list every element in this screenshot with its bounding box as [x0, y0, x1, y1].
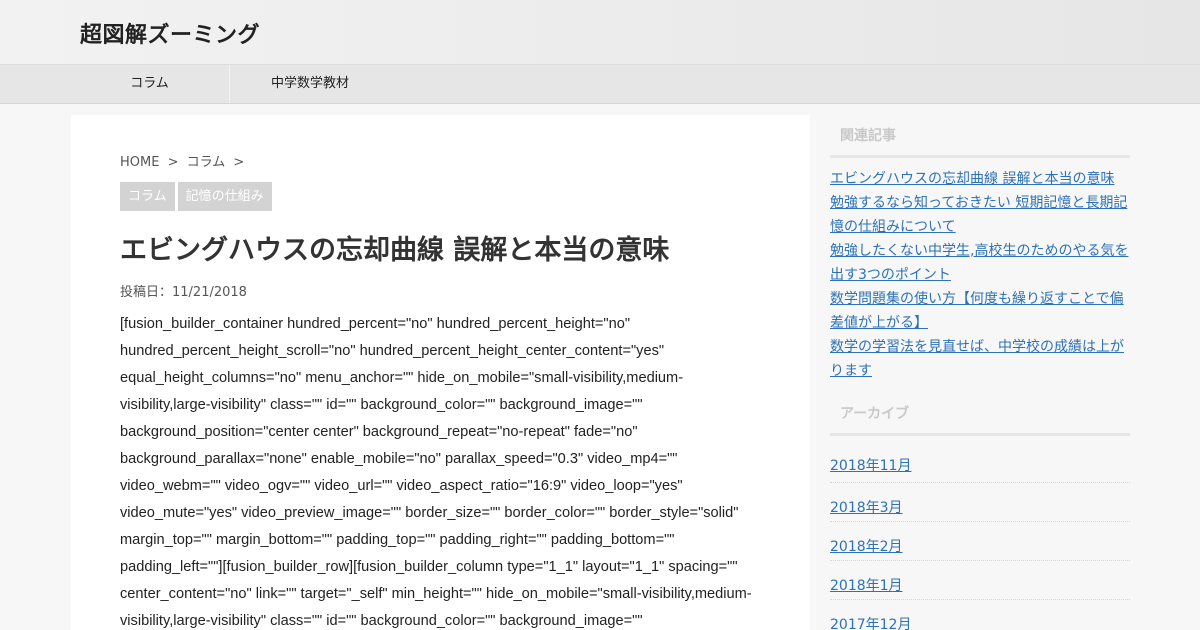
related-posts-widget: 関連記事 エビングハウスの忘却曲線 誤解と本当の意味 勉強するなら知っておきたい…	[830, 115, 1130, 383]
related-posts-title: 関連記事	[830, 115, 1130, 158]
related-post-line: 差値が上がる】	[830, 315, 928, 331]
tag-column[interactable]: コラム	[120, 182, 175, 211]
related-post-link[interactable]: 勉強するなら知っておきたい 短期記憶と長期記 憶の仕組みについて	[830, 191, 1130, 239]
archive-link[interactable]: 2017年12月	[830, 617, 911, 630]
archive-item: 2017年12月	[830, 600, 1130, 630]
related-post-line: ります	[830, 363, 872, 379]
related-post-link[interactable]: 数学問題集の使い方【何度も繰り返すことで偏 差値が上がる】	[830, 287, 1130, 335]
related-post-line: 数学問題集の使い方【何度も繰り返すことで偏	[830, 291, 1124, 307]
body-line: background_position="center center" back…	[120, 424, 638, 440]
archive-link[interactable]: 2018年11月	[830, 458, 911, 474]
related-post-line: 憶の仕組みについて	[830, 219, 956, 235]
archive-link[interactable]: 2018年3月	[830, 500, 903, 516]
nav-item-math-materials[interactable]: 中学数学教材	[231, 65, 389, 103]
body-line: margin_top="" margin_bottom="" padding_t…	[120, 532, 675, 548]
related-post-line: 勉強するなら知っておきたい 短期記憶と長期記	[830, 195, 1128, 211]
archive-item: 2018年3月	[830, 483, 1130, 522]
body-line: center_content="no" link="" target="_sel…	[120, 586, 752, 602]
nav-item-column[interactable]: コラム	[70, 65, 230, 103]
related-post-link[interactable]: 勉強したくない中学生,高校生のためのやる気を 出す3つのポイント	[830, 239, 1130, 287]
breadcrumb: HOME > コラム >	[120, 151, 248, 170]
related-post-link[interactable]: エビングハウスの忘却曲線 誤解と本当の意味	[830, 167, 1130, 191]
body-line: background_parallax="none" enable_mobile…	[120, 451, 678, 467]
archive-link[interactable]: 2018年1月	[830, 578, 903, 594]
breadcrumb-category[interactable]: コラム	[187, 155, 226, 170]
post-title: エビングハウスの忘却曲線 誤解と本当の意味	[120, 235, 670, 266]
archive-item: 2018年1月	[830, 561, 1130, 600]
body-line: hundred_percent_height_scroll="no" hundr…	[120, 343, 665, 359]
breadcrumb-separator: >	[233, 155, 245, 170]
breadcrumb-separator: >	[167, 155, 179, 170]
archives-widget: アーカイブ 2018年11月 2018年3月 2018年2月 2018年1月 2…	[830, 393, 1130, 630]
site-header: 超図解ズーミング	[0, 0, 1200, 64]
body-line: video_mute="yes" video_preview_image="" …	[120, 505, 739, 521]
related-post-line: 出す3つのポイント	[830, 267, 951, 283]
related-post-link[interactable]: 数学の学習法を見直せば、中学校の成績は上が ります	[830, 335, 1130, 383]
breadcrumb-home[interactable]: HOME	[120, 155, 159, 170]
related-post-line: エビングハウスの忘却曲線 誤解と本当の意味	[830, 171, 1115, 187]
post-date: 投稿日：11/21/2018	[120, 285, 247, 300]
body-line: [fusion_builder_container hundred_percen…	[120, 316, 630, 332]
body-line: visibility,large-visibility" class="" id…	[120, 613, 643, 629]
body-line: equal_height_columns="no" menu_anchor=""…	[120, 370, 684, 386]
body-line: padding_left=""][fusion_builder_row][fus…	[120, 559, 738, 575]
archive-list: 2018年11月 2018年3月 2018年2月 2018年1月 2017年12…	[830, 440, 1130, 630]
site-title[interactable]: 超図解ズーミング	[80, 22, 260, 50]
global-nav: コラム 中学数学教材	[0, 64, 1200, 104]
sidebar: 関連記事 エビングハウスの忘却曲線 誤解と本当の意味 勉強するなら知っておきたい…	[830, 115, 1130, 630]
category-tags: コラム 記憶の仕組み	[120, 182, 272, 211]
archive-item: 2018年2月	[830, 522, 1130, 561]
related-post-line: 数学の学習法を見直せば、中学校の成績は上が	[830, 339, 1124, 355]
related-post-line: 勉強したくない中学生,高校生のためのやる気を	[830, 243, 1129, 259]
tag-memory-mechanism[interactable]: 記憶の仕組み	[177, 182, 272, 211]
post-body: [fusion_builder_container hundred_percen…	[120, 311, 765, 630]
archive-item: 2018年11月	[830, 440, 1130, 483]
body-line: visibility,large-visibility" class="" id…	[120, 397, 643, 413]
related-posts-list: エビングハウスの忘却曲線 誤解と本当の意味 勉強するなら知っておきたい 短期記憶…	[830, 167, 1130, 383]
archives-title: アーカイブ	[830, 393, 1130, 436]
article-card: HOME > コラム > コラム 記憶の仕組み エビングハウスの忘却曲線 誤解と本…	[71, 115, 810, 630]
archive-link[interactable]: 2018年2月	[830, 539, 903, 555]
body-line: video_webm="" video_ogv="" video_url="" …	[120, 478, 683, 494]
